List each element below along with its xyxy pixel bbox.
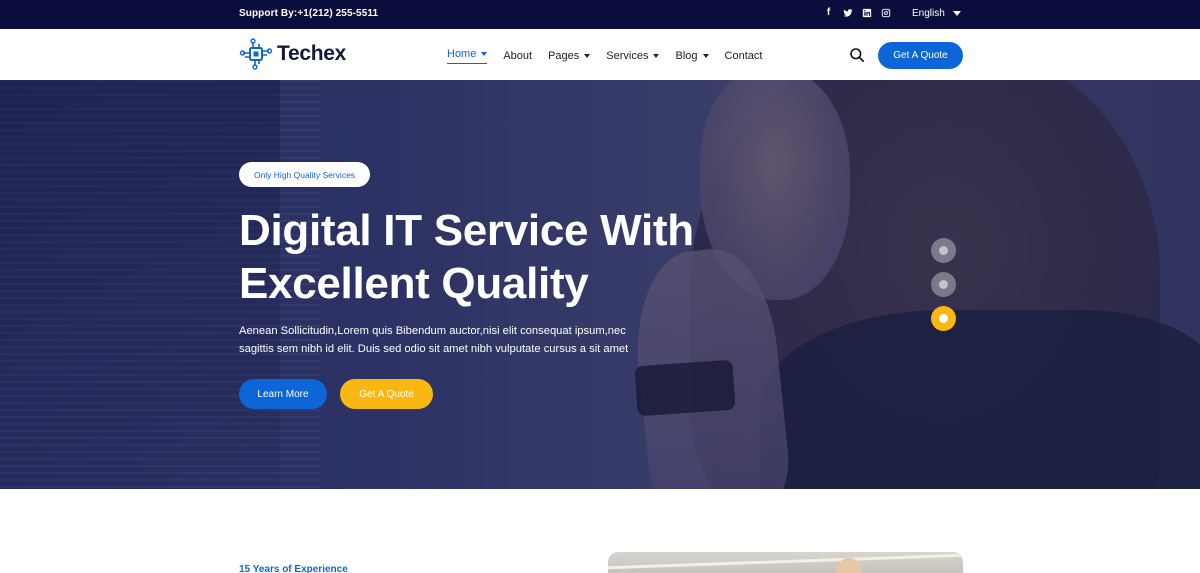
nav-item-contact[interactable]: Contact [725, 48, 763, 64]
nav-item-pages[interactable]: Pages [548, 48, 591, 64]
nav-label: Blog [675, 50, 698, 62]
slide-dot-2[interactable] [931, 272, 956, 297]
about-image [608, 552, 963, 573]
hero-get-quote-button[interactable]: Get A Quote [340, 379, 433, 409]
linkedin-icon[interactable] [861, 7, 872, 18]
hero-title: Digital IT Service With Excellent Qualit… [239, 204, 759, 310]
nav-label: Contact [724, 50, 763, 62]
learn-more-button[interactable]: Learn More [239, 379, 327, 409]
circuit-logo-icon [239, 38, 273, 70]
slide-dot-3[interactable] [931, 306, 956, 331]
top-bar: Support By:+1(212) 255-5511 f English [0, 0, 1200, 29]
main-navbar: Techex Home About Pages Services Blog Co… [0, 29, 1200, 80]
slider-pagination [931, 238, 956, 331]
hero-title-line1: Digital IT Service With [239, 206, 694, 255]
hero-title-line2: Excellent Quality [239, 259, 589, 308]
hero-description-line1: Aenean Sollicitudin,Lorem quis Bibendum … [239, 325, 626, 337]
nav-item-services[interactable]: Services [606, 48, 660, 64]
chevron-down-icon [584, 54, 591, 58]
chevron-down-icon [952, 11, 961, 16]
nav-item-home[interactable]: Home [447, 48, 488, 64]
hero-description-line2: sagittis sem nibh id elit. Duis sed odio… [239, 343, 629, 355]
hero-slider: Only High Quality Services Digital IT Se… [0, 80, 1200, 489]
brand-logo[interactable]: Techex [239, 37, 346, 71]
language-select[interactable]: English [912, 8, 961, 19]
social-links: f [823, 7, 891, 18]
hero-badge: Only High Quality Services [239, 162, 370, 187]
nav-label: Pages [548, 50, 580, 62]
slide-dot-1[interactable] [931, 238, 956, 263]
support-phone[interactable]: Support By:+1(212) 255-5511 [239, 8, 378, 19]
chevron-down-icon [653, 54, 660, 58]
brand-name: Techex [277, 42, 347, 65]
search-icon[interactable] [849, 47, 865, 63]
instagram-icon[interactable] [880, 7, 891, 18]
chevron-down-icon [481, 52, 488, 56]
primary-menu: Home About Pages Services Blog Contact [447, 48, 762, 64]
nav-label: Services [606, 50, 649, 62]
nav-label: Home [447, 48, 477, 60]
chevron-down-icon [702, 54, 709, 58]
nav-item-blog[interactable]: Blog [675, 48, 709, 64]
language-label: English [912, 8, 945, 19]
nav-label: About [503, 50, 533, 62]
get-quote-button[interactable]: Get A Quote [878, 42, 963, 69]
about-eyebrow: 15 Years of Experience [239, 564, 348, 573]
twitter-icon[interactable] [842, 7, 853, 18]
hero-description: Aenean Sollicitudin,Lorem quis Bibendum … [239, 322, 659, 358]
facebook-icon[interactable]: f [823, 7, 834, 18]
nav-item-about[interactable]: About [503, 48, 532, 64]
